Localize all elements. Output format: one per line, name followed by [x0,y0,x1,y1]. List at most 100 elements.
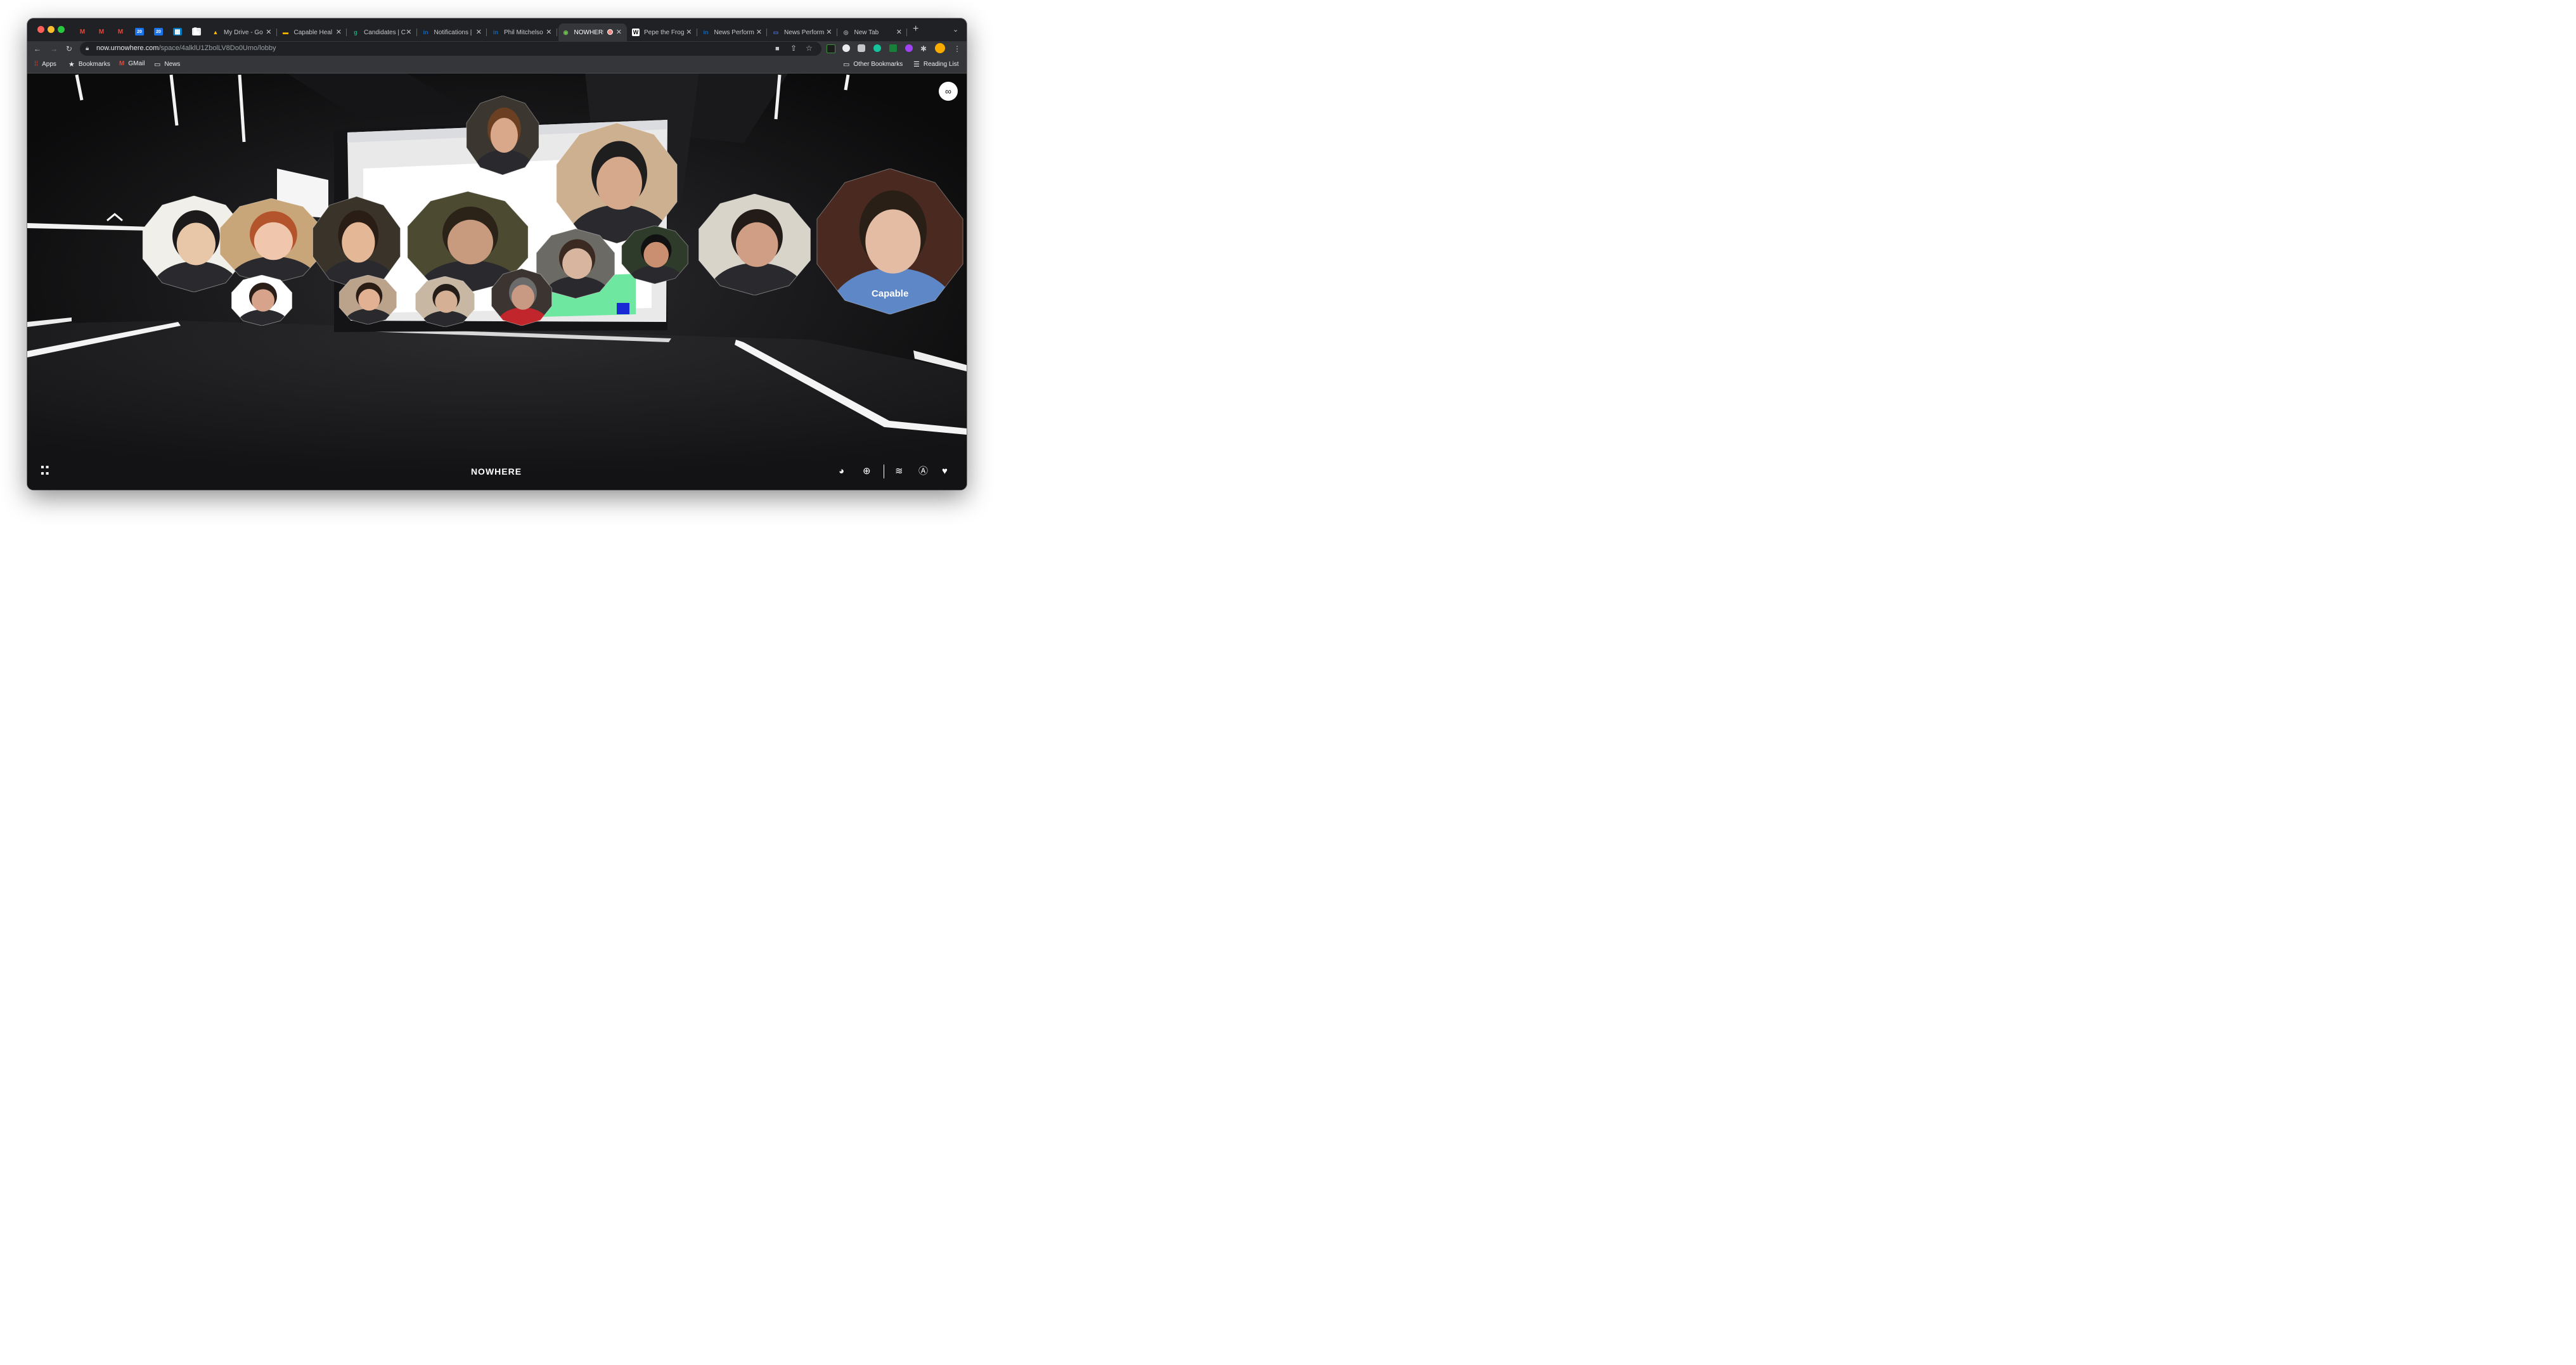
pinned-tab-teams-icon[interactable]: ▙ [192,28,201,35]
nowhere-space-viewport[interactable]: Capable ∞ ▪▪ ▪▪ NOWHERE ◕ ⊕ ≋ Ⓐ ♥ [27,74,967,490]
shirt-logo-text: Capable [871,288,909,299]
menu-kebab-icon[interactable]: ⋮ [953,44,961,54]
apps-menu-button[interactable]: ▪▪ ▪▪ [41,463,50,479]
reading-list-icon: ☰ [913,61,920,68]
bookmarks-bar: ⁞⁞ Apps ★ Bookmarks M GMail ▭ News ▭ Other Bo… [27,56,967,74]
tab-7[interactable]: W Pepe the Frog ✕ [628,23,697,41]
linkedin-icon: in [493,29,498,35]
extension-sheets-icon[interactable] [889,44,897,52]
google-drive-icon: ▲ [212,29,219,35]
close-tab-icon[interactable]: ✕ [616,28,622,36]
participant-video-11[interactable] [230,275,293,326]
close-tab-icon[interactable]: ✕ [266,28,271,36]
other-bookmarks[interactable]: ▭ Other Bookmarks [843,60,903,68]
tab-title: New Tab [854,29,879,36]
tab-1[interactable]: ▲ My Drive - Go ✕ [208,23,277,41]
react-emoji-icon[interactable]: ◕ [839,466,844,477]
extensions-puzzle-icon[interactable]: ✱ [920,44,927,54]
extension-pocket-icon[interactable] [858,44,865,52]
extension-github-icon[interactable] [842,44,850,52]
minimize-window-button[interactable] [48,26,55,33]
bookmark-bookmarks[interactable]: ★ Bookmarks [68,60,110,68]
bookmark-gmail[interactable]: M GMail [119,60,145,67]
heart-icon[interactable]: ♥ [942,466,948,477]
participant-video-14[interactable] [490,269,553,326]
linkedin-icon: in [423,29,428,35]
tab-title: News Perform [714,29,754,36]
nowhere-icon: ◉ [563,29,569,35]
folder-icon: ▭ [843,61,850,68]
tab-10[interactable]: ◎ New Tab ✕ [839,23,908,41]
wikipedia-icon: W [632,29,640,36]
linkedin-icon: in [703,29,709,35]
slides-icon: ▬ [283,29,288,35]
copy-link-button[interactable]: ∞ [939,82,958,101]
tab-9[interactable]: ▭ News Perform ✕ [768,23,837,41]
tab-title: Notifications | [434,29,472,36]
tab-search-button[interactable]: ⌄ [953,25,958,35]
participant-video-8[interactable] [620,226,690,284]
pinned-tab-gmail-icon[interactable]: M [116,28,125,35]
bookmark-label: News [164,61,181,68]
tab-title: Phil Mitchelso [504,29,543,36]
close-tab-icon[interactable]: ✕ [546,28,551,36]
participant-video-10[interactable]: Capable [813,169,967,314]
tab-6[interactable]: ◉ NOWHERE ✕ [558,23,627,41]
pinned-tab-calendar-icon[interactable]: 20 [154,28,163,35]
extension-purple-icon[interactable] [905,44,913,52]
bookmark-label: Bookmarks [78,61,110,68]
close-tab-icon[interactable]: ✕ [896,28,902,36]
new-tab-button[interactable]: + [913,24,918,34]
close-tab-icon[interactable]: ✕ [826,28,832,36]
forward-button[interactable]: → [50,44,58,54]
participant-video-13[interactable] [414,276,476,327]
bookmark-apps[interactable]: ⁞⁞ Apps [34,60,56,68]
reload-button[interactable]: ↻ [66,44,72,54]
nowhere-logo: NOWHERE [470,466,522,477]
reading-list[interactable]: ☰ Reading List [913,60,958,68]
url-text[interactable]: now.urnowhere.com/space/4alklU1ZbolLV8Do… [96,44,276,52]
reading-list-label: Reading List [923,61,959,68]
close-tab-icon[interactable]: ✕ [756,28,762,36]
tab-strip: M M M 20 20 ▦ ▙ ▲ My Drive - Go ✕ ▬ Capable Heal ✕ g… [27,18,967,41]
pinned-tab-calendar-icon[interactable]: 20 [135,28,144,35]
participant-video-2[interactable] [217,198,325,284]
tab-8[interactable]: in News Perform ✕ [699,23,768,41]
share-icon[interactable]: ⇪ [790,43,797,53]
pinned-tab-gmail-icon[interactable]: M [97,28,106,35]
pinned-tab-gmail-icon[interactable]: M [78,28,87,35]
bookmark-news[interactable]: ▭ News [154,60,180,68]
tab-5[interactable]: in Phil Mitchelso ✕ [488,23,557,41]
back-button[interactable]: ← [34,44,41,54]
tab-3[interactable]: g Candidates | C ✕ [348,23,417,41]
browser-toolbar: ← → ↻ 🔒︎ now.urnowhere.com/space/4alklU1… [27,41,967,56]
recording-indicator-icon [607,29,613,35]
apps-grid-icon: ⁞⁞ [34,60,39,68]
bookmark-star-icon[interactable]: ☆ [806,43,813,53]
folder-icon: ▭ [154,61,161,68]
close-tab-icon[interactable]: ✕ [406,28,411,36]
camera-in-use-icon[interactable]: ■ [775,44,780,54]
broadcast-icon[interactable]: ≋ [895,466,903,477]
text-icon[interactable]: Ⓐ [918,466,928,477]
browser-window: M M M 20 20 ▦ ▙ ▲ My Drive - Go ✕ ▬ Capable Heal ✕ g… [27,18,967,490]
close-tab-icon[interactable]: ✕ [476,28,482,36]
close-window-button[interactable] [37,26,44,33]
extension-bookmark-icon[interactable] [827,44,835,53]
other-bookmarks-label: Other Bookmarks [853,61,903,68]
participant-video-12[interactable] [338,275,398,324]
address-bar[interactable]: 🔒︎ now.urnowhere.com/space/4alklU1ZbolLV… [80,42,821,56]
participant-video-9[interactable] [696,194,813,295]
globe-icon[interactable]: ⊕ [863,466,871,477]
participant-video-5[interactable] [465,96,541,175]
close-tab-icon[interactable]: ✕ [336,28,342,36]
url-path: /space/4alklU1ZbolLV8Do0Umo/lobby [158,44,276,52]
profile-avatar[interactable] [935,43,945,53]
maximize-window-button[interactable] [58,26,65,33]
extension-grammarly-icon[interactable] [873,44,881,52]
tab-4[interactable]: in Notifications | ✕ [418,23,487,41]
pinned-tab-trello-icon[interactable]: ▦ [173,28,182,35]
close-tab-icon[interactable]: ✕ [686,28,692,36]
tab-2[interactable]: ▬ Capable Heal ✕ [278,23,347,41]
tab-title: Pepe the Frog [644,29,685,36]
